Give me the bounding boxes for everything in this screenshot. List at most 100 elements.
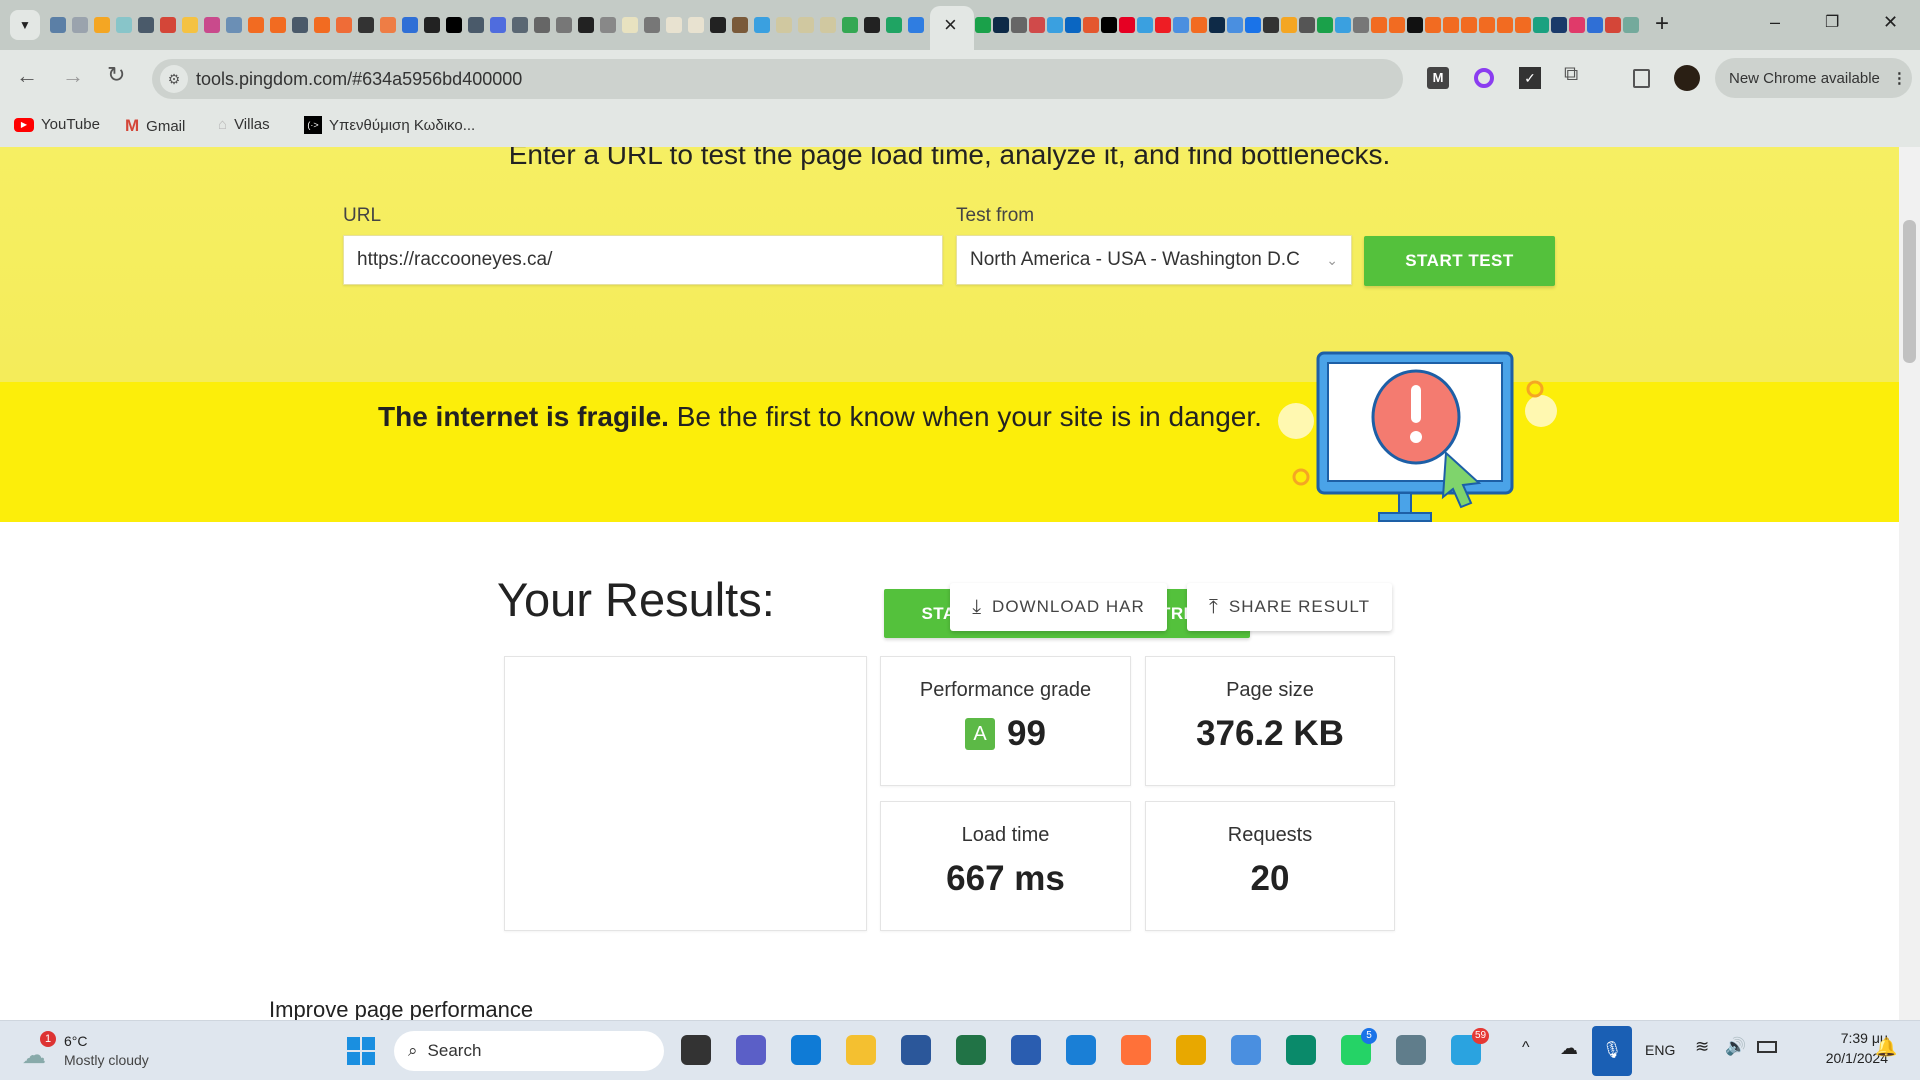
extension-check-icon[interactable]: ✓ <box>1519 67 1541 89</box>
bookmark-password-reminder[interactable]: (·> Υπενθύμιση Κωδικο... <box>304 116 475 134</box>
tab-favicon[interactable] <box>50 17 66 33</box>
battery-icon[interactable] <box>1757 1041 1777 1053</box>
tab-favicon[interactable] <box>314 17 330 33</box>
tab-favicon[interactable] <box>204 17 220 33</box>
volume-icon[interactable]: 🔊 <box>1725 1037 1746 1057</box>
tab-favicon[interactable] <box>270 17 286 33</box>
tab-favicon[interactable] <box>1425 17 1441 33</box>
tab-favicon[interactable] <box>1155 17 1171 33</box>
share-result-button[interactable]: ⤒ SHARE RESULT <box>1187 583 1392 631</box>
tab-favicon[interactable] <box>468 17 484 33</box>
start-test-button[interactable]: START TEST <box>1364 236 1555 286</box>
tab-favicon[interactable] <box>1497 17 1513 33</box>
taskbar-app-icon[interactable] <box>736 1035 766 1065</box>
extension-circle-icon[interactable] <box>1474 68 1494 88</box>
tab-favicon[interactable] <box>1083 17 1099 33</box>
new-tab-button[interactable]: + <box>1655 10 1669 38</box>
tab-favicon[interactable] <box>1407 17 1423 33</box>
address-bar[interactable]: ⚙ tools.pingdom.com/#634a5956bd400000 <box>152 59 1403 99</box>
active-tab[interactable]: × <box>930 6 974 50</box>
extensions-puzzle-icon[interactable]: ⧉ <box>1564 63 1578 86</box>
tab-favicon[interactable] <box>1533 17 1549 33</box>
tab-favicon[interactable] <box>358 17 374 33</box>
side-panel-icon[interactable] <box>1633 69 1650 88</box>
download-har-button[interactable]: ⤓ DOWNLOAD HAR <box>950 583 1167 631</box>
tab-favicon[interactable] <box>556 17 572 33</box>
tab-favicon[interactable] <box>380 17 396 33</box>
tab-favicon[interactable] <box>116 17 132 33</box>
tab-favicon[interactable] <box>336 17 352 33</box>
tab-favicon[interactable] <box>292 17 308 33</box>
taskbar-app-icon[interactable] <box>846 1035 876 1065</box>
tab-favicon[interactable] <box>490 17 506 33</box>
tab-favicon[interactable] <box>1479 17 1495 33</box>
tab-favicon[interactable] <box>600 17 616 33</box>
address-text[interactable]: tools.pingdom.com/#634a5956bd400000 <box>196 69 522 90</box>
wifi-icon[interactable]: ≋ <box>1695 1037 1709 1057</box>
profile-avatar[interactable] <box>1674 65 1700 91</box>
tab-favicon[interactable] <box>1191 17 1207 33</box>
tab-favicon[interactable] <box>1389 17 1405 33</box>
taskbar-app-icon[interactable] <box>1176 1035 1206 1065</box>
bookmark-villas[interactable]: ⌂ Villas <box>218 116 270 133</box>
back-icon[interactable]: ← <box>16 63 38 89</box>
tab-favicon[interactable] <box>1101 17 1117 33</box>
taskbar-app-icon[interactable] <box>1286 1035 1316 1065</box>
tab-favicon[interactable] <box>820 17 836 33</box>
site-info-icon[interactable]: ⚙ <box>160 65 188 93</box>
onedrive-icon[interactable]: ☁ <box>1560 1038 1578 1059</box>
taskbar-app-icon[interactable] <box>1121 1035 1151 1065</box>
tab-favicon[interactable] <box>1443 17 1459 33</box>
start-button[interactable] <box>347 1037 375 1065</box>
tab-favicon[interactable] <box>1551 17 1567 33</box>
tab-favicon[interactable] <box>644 17 660 33</box>
tab-favicon[interactable] <box>732 17 748 33</box>
test-from-select[interactable]: North America - USA - Washington D.C ⌄ <box>956 235 1352 285</box>
tab-favicon[interactable] <box>1065 17 1081 33</box>
tab-favicon[interactable] <box>512 17 528 33</box>
tab-favicon[interactable] <box>1245 17 1261 33</box>
tab-favicon[interactable] <box>1461 17 1477 33</box>
maximize-button[interactable]: ❐ <box>1825 12 1839 32</box>
tab-favicon[interactable] <box>182 17 198 33</box>
tab-favicon[interactable] <box>1299 17 1315 33</box>
tab-favicon[interactable] <box>1353 17 1369 33</box>
language-indicator[interactable]: ENG <box>1645 1042 1675 1058</box>
tab-favicon[interactable] <box>1209 17 1225 33</box>
notification-bell-icon[interactable]: 🔔 <box>1875 1037 1897 1058</box>
tab-favicon[interactable] <box>160 17 176 33</box>
tab-favicon[interactable] <box>776 17 792 33</box>
reload-icon[interactable]: ↻ <box>107 62 125 88</box>
taskbar-app-icon[interactable] <box>1011 1035 1041 1065</box>
tab-favicon[interactable] <box>424 17 440 33</box>
taskbar-app-icon[interactable] <box>956 1035 986 1065</box>
tab-favicon[interactable] <box>1371 17 1387 33</box>
extension-m-icon[interactable]: M <box>1427 67 1449 89</box>
tab-favicon[interactable] <box>754 17 770 33</box>
tab-favicon[interactable] <box>688 17 704 33</box>
taskbar-app-icon[interactable] <box>791 1035 821 1065</box>
tab-favicon[interactable] <box>226 17 242 33</box>
tab-favicon[interactable] <box>1029 17 1045 33</box>
bookmark-youtube[interactable]: ▶ YouTube <box>14 116 100 133</box>
tab-favicon[interactable] <box>1047 17 1063 33</box>
tab-favicon[interactable] <box>72 17 88 33</box>
tab-favicon[interactable] <box>993 17 1009 33</box>
tab-favicon[interactable] <box>1515 17 1531 33</box>
microphone-icon[interactable]: 🎙 <box>1592 1026 1632 1076</box>
tray-chevron-icon[interactable]: ^ <box>1522 1039 1530 1057</box>
tab-favicon[interactable] <box>446 17 462 33</box>
tab-favicon[interactable] <box>1173 17 1189 33</box>
tab-favicon[interactable] <box>1227 17 1243 33</box>
tab-favicon[interactable] <box>1335 17 1351 33</box>
taskbar-app-icon[interactable] <box>1066 1035 1096 1065</box>
tab-search-button[interactable]: ▼ <box>10 10 40 40</box>
tab-favicon[interactable] <box>710 17 726 33</box>
taskbar-app-icon[interactable] <box>1231 1035 1261 1065</box>
forward-icon[interactable]: → <box>62 63 84 89</box>
tab-favicon[interactable] <box>138 17 154 33</box>
tab-favicon[interactable] <box>1137 17 1153 33</box>
tab-favicon[interactable] <box>1569 17 1585 33</box>
tab-favicon[interactable] <box>908 17 924 33</box>
tab-close-icon[interactable]: × <box>944 12 957 38</box>
